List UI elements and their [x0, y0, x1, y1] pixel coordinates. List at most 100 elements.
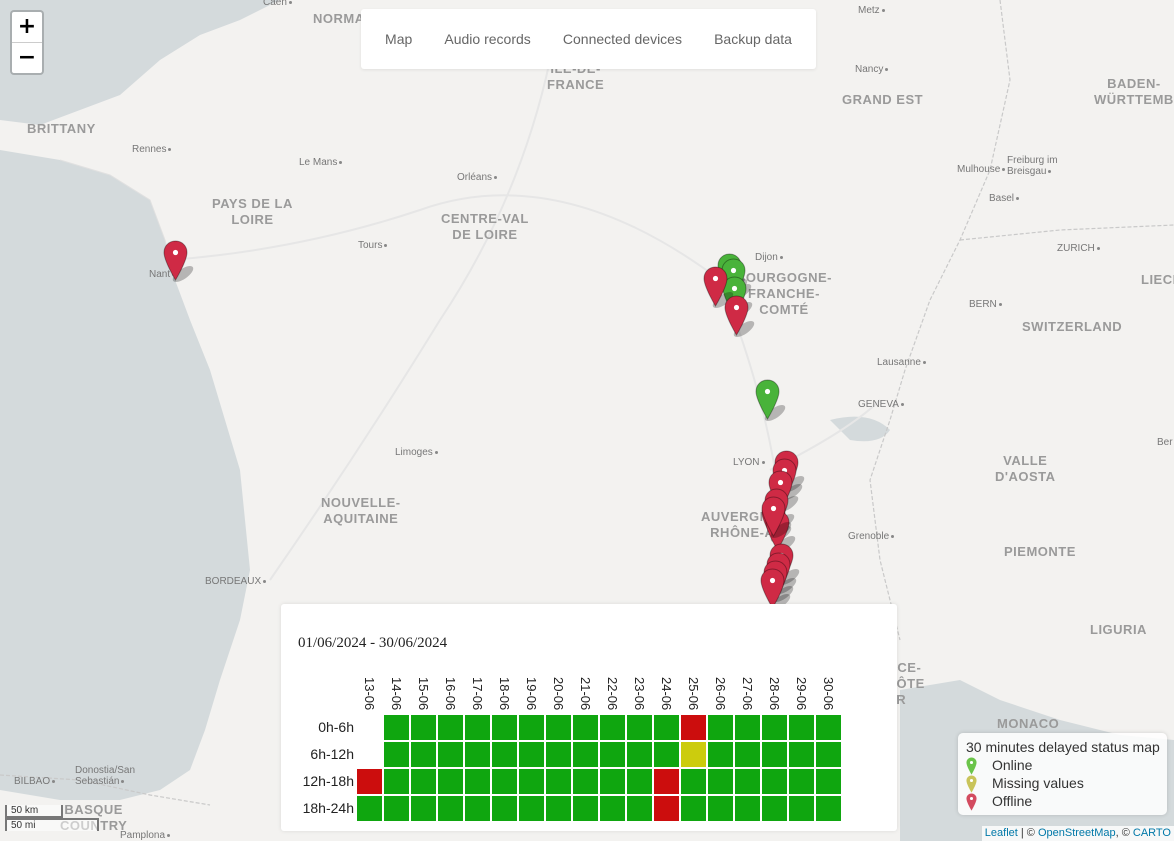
heatmap-cell-online[interactable]	[465, 769, 490, 794]
heatmap-cell-online[interactable]	[411, 796, 436, 821]
heatmap-cell-online[interactable]	[438, 769, 463, 794]
heatmap-cell-online[interactable]	[519, 742, 544, 767]
heatmap-cell-online[interactable]	[816, 715, 841, 740]
heatmap-cell-online[interactable]	[600, 769, 625, 794]
heatmap-cell-online[interactable]	[573, 769, 598, 794]
heatmap-cell-online[interactable]	[384, 742, 409, 767]
city-label-bergamo: Ber	[1157, 437, 1174, 448]
heatmap-cell-online[interactable]	[411, 742, 436, 767]
heatmap-cell-offline[interactable]	[654, 796, 679, 821]
heatmap-cell-online[interactable]	[492, 742, 517, 767]
heatmap-cell-online[interactable]	[654, 742, 679, 767]
city-label-mulhouse: Mulhouse	[957, 164, 1005, 175]
heatmap-cell-online[interactable]	[492, 715, 517, 740]
map-marker-offline[interactable]	[761, 496, 792, 539]
heatmap-cell-online[interactable]	[438, 715, 463, 740]
heatmap-cell-online[interactable]	[492, 796, 517, 821]
heatmap-cell-online[interactable]	[762, 769, 787, 794]
heatmap-cell-offline[interactable]	[654, 769, 679, 794]
region-label-centre-val-de-loire: CENTRE-VAL DE LOIRE	[441, 211, 529, 242]
heatmap-cell-online[interactable]	[438, 742, 463, 767]
map-marker-offline[interactable]	[163, 240, 194, 283]
heatmap-cell-online[interactable]	[789, 715, 814, 740]
heatmap-cell-online[interactable]	[573, 742, 598, 767]
heatmap-cell-online[interactable]	[627, 742, 652, 767]
region-label-grand-est: GRAND EST	[842, 92, 924, 107]
legend-pin-icon	[966, 793, 977, 816]
city-label-caen: Caen	[263, 0, 292, 8]
heatmap-cell-online[interactable]	[816, 742, 841, 767]
heatmap-cell-online[interactable]	[816, 796, 841, 821]
zoom-out-button[interactable]: −	[12, 43, 42, 73]
heatmap-cell-online[interactable]	[627, 715, 652, 740]
heatmap-cell-online[interactable]	[546, 796, 571, 821]
heatmap-cell-missing[interactable]	[681, 742, 706, 767]
map-marker-online[interactable]	[755, 379, 786, 422]
heatmap-cell-online[interactable]	[600, 796, 625, 821]
heatmap-cell-online[interactable]	[708, 715, 733, 740]
heatmap-cell-online[interactable]	[546, 769, 571, 794]
heatmap-cell-online[interactable]	[519, 769, 544, 794]
heatmap-cell-offline[interactable]	[681, 715, 706, 740]
heatmap-cell-online[interactable]	[573, 796, 598, 821]
heatmap-cell-online[interactable]	[789, 742, 814, 767]
attribution-separator-2: , ©	[1115, 827, 1133, 839]
osm-link[interactable]: OpenStreetMap	[1038, 827, 1116, 839]
map-marker-offline[interactable]	[760, 568, 791, 611]
nav-connected-devices[interactable]: Connected devices	[563, 31, 682, 47]
carto-link[interactable]: CARTO	[1133, 827, 1171, 839]
heatmap-cell-online[interactable]	[573, 715, 598, 740]
region-label-liechtenstein: LIECH	[1141, 272, 1174, 287]
zoom-in-button[interactable]: +	[12, 12, 42, 43]
heatmap-cell-online[interactable]	[654, 715, 679, 740]
heatmap-cell-online[interactable]	[789, 796, 814, 821]
heatmap-cell-online[interactable]	[465, 715, 490, 740]
heatmap-cell-online[interactable]	[681, 796, 706, 821]
heatmap-cell-online[interactable]	[411, 715, 436, 740]
heatmap-cell-online[interactable]	[519, 796, 544, 821]
heatmap-cell-offline[interactable]	[357, 769, 382, 794]
heatmap-cell-online[interactable]	[708, 769, 733, 794]
heatmap-cell-online[interactable]	[762, 715, 787, 740]
heatmap-cell-online[interactable]	[465, 742, 490, 767]
heatmap-cell-online[interactable]	[627, 769, 652, 794]
heatmap-cell-online[interactable]	[384, 769, 409, 794]
nav-audio-records[interactable]: Audio records	[444, 31, 530, 47]
nav-backup-data[interactable]: Backup data	[714, 31, 792, 47]
heatmap-cell-online[interactable]	[600, 742, 625, 767]
legend-item-label: Online	[992, 757, 1033, 773]
heatmap-cell-online[interactable]	[762, 742, 787, 767]
heatmap-cell-online[interactable]	[789, 769, 814, 794]
heatmap-cell-online[interactable]	[762, 796, 787, 821]
map-marker-offline[interactable]	[724, 295, 755, 338]
heatmap-cell-online[interactable]	[357, 796, 382, 821]
heatmap-cell-online[interactable]	[708, 742, 733, 767]
heatmap-cell-online[interactable]	[546, 742, 571, 767]
region-label-bourgogne: BOURGOGNE- FRANCHE- COMTÉ	[736, 270, 832, 317]
heatmap-cell-online[interactable]	[600, 715, 625, 740]
heatmap-cell-online[interactable]	[438, 796, 463, 821]
heatmap-cell-online[interactable]	[735, 742, 760, 767]
legend-item-label: Missing values	[992, 775, 1084, 791]
heatmap-cell-online[interactable]	[546, 715, 571, 740]
heatmap-cell-online[interactable]	[627, 796, 652, 821]
nav-map[interactable]: Map	[385, 31, 412, 47]
heatmap-cell-online[interactable]	[681, 769, 706, 794]
heatmap-cell-online[interactable]	[465, 796, 490, 821]
heatmap-col-label: 21-06	[578, 677, 593, 711]
heatmap-cell-online[interactable]	[735, 769, 760, 794]
heatmap-cell-online[interactable]	[492, 769, 517, 794]
heatmap-cell-online[interactable]	[384, 796, 409, 821]
heatmap-cell-online[interactable]	[708, 796, 733, 821]
heatmap-cell-online[interactable]	[816, 769, 841, 794]
heatmap-col-label: 30-06	[821, 677, 836, 711]
heatmap-cell-online[interactable]	[519, 715, 544, 740]
heatmap-col-label: 16-06	[443, 677, 458, 711]
city-label-lausanne: Lausanne	[877, 357, 926, 368]
heatmap-col-label: 19-06	[524, 677, 539, 711]
heatmap-cell-online[interactable]	[411, 769, 436, 794]
heatmap-cell-online[interactable]	[735, 715, 760, 740]
leaflet-link[interactable]: Leaflet	[985, 827, 1018, 839]
heatmap-cell-online[interactable]	[735, 796, 760, 821]
heatmap-cell-online[interactable]	[384, 715, 409, 740]
